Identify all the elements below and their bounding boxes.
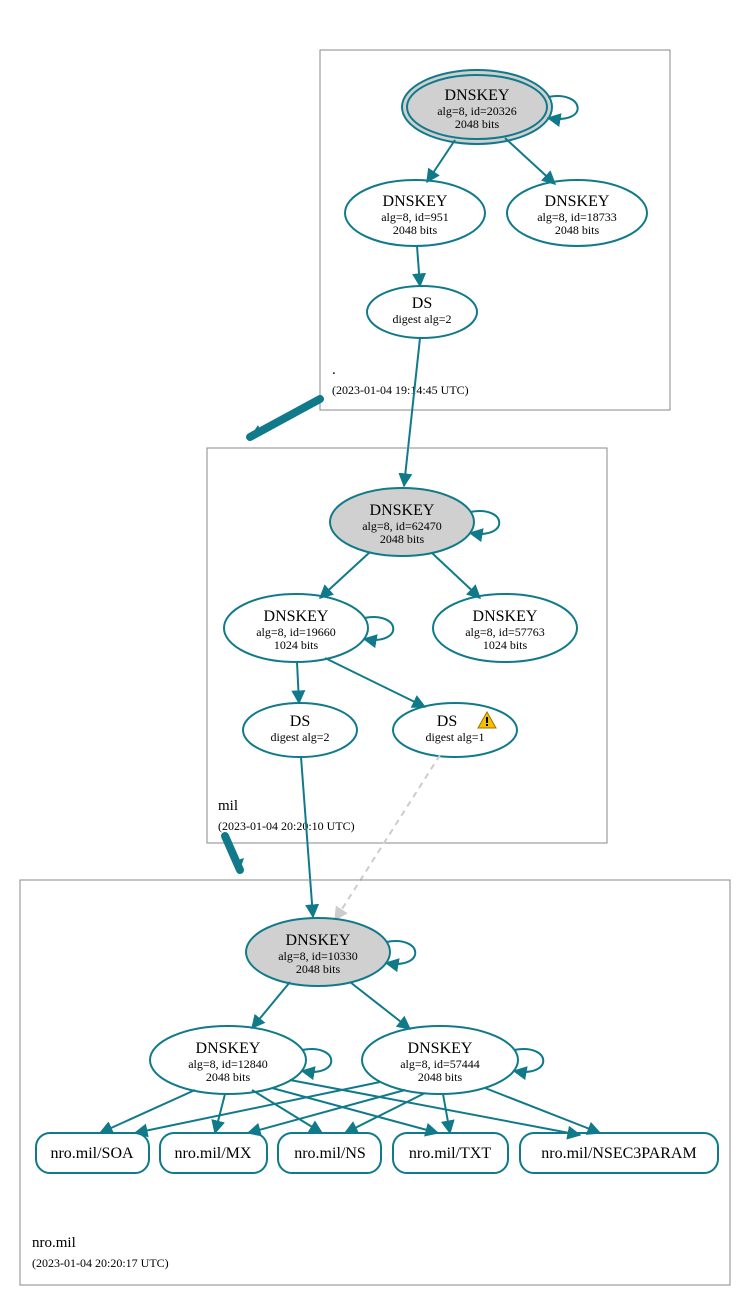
rr-soa: nro.mil/SOA bbox=[36, 1133, 149, 1173]
edge-rootksk-zsk2 bbox=[505, 138, 555, 184]
svg-text:DNSKEY: DNSKEY bbox=[264, 608, 329, 625]
svg-text:2048 bits: 2048 bits bbox=[455, 117, 500, 131]
edge-rootzsk1-ds bbox=[417, 246, 420, 286]
svg-text:alg=8, id=19660: alg=8, id=19660 bbox=[256, 625, 336, 639]
svg-text:nro.mil/TXT: nro.mil/TXT bbox=[409, 1145, 491, 1162]
edge-milzsk1-ds2 bbox=[325, 658, 425, 707]
node-root-ds: DS digest alg=2 bbox=[367, 286, 477, 338]
svg-text:DNSKEY: DNSKEY bbox=[370, 502, 435, 519]
svg-text:2048 bits: 2048 bits bbox=[418, 1070, 463, 1084]
svg-text:alg=8, id=62470: alg=8, id=62470 bbox=[362, 519, 442, 533]
svg-text:nro.mil/NS: nro.mil/NS bbox=[294, 1145, 366, 1162]
edge-nroksk-zsk2 bbox=[350, 982, 410, 1029]
edge-z1-mx bbox=[215, 1094, 225, 1133]
rr-nsec3param: nro.mil/NSEC3PARAM bbox=[520, 1133, 718, 1173]
edge-z1-txt bbox=[272, 1088, 438, 1133]
zone-nro-label: nro.mil bbox=[32, 1235, 76, 1251]
svg-text:nro.mil/SOA: nro.mil/SOA bbox=[50, 1145, 134, 1162]
node-mil-ds2: DS digest alg=1 bbox=[393, 703, 517, 757]
svg-text:2048 bits: 2048 bits bbox=[555, 223, 600, 237]
svg-text:2048 bits: 2048 bits bbox=[206, 1070, 251, 1084]
edge-z2-mx bbox=[248, 1090, 405, 1133]
edge-milksk-zsk2 bbox=[432, 553, 480, 598]
svg-text:DNSKEY: DNSKEY bbox=[383, 193, 448, 210]
svg-text:2048 bits: 2048 bits bbox=[380, 532, 425, 546]
zone-root-label: . bbox=[332, 362, 336, 378]
node-mil-ksk: DNSKEY alg=8, id=62470 2048 bits bbox=[330, 488, 474, 556]
svg-text:digest alg=2: digest alg=2 bbox=[270, 730, 329, 744]
edge-nroksk-zsk1 bbox=[252, 982, 290, 1028]
rr-ns: nro.mil/NS bbox=[278, 1133, 381, 1173]
svg-text:2048 bits: 2048 bits bbox=[296, 962, 341, 976]
node-root-zsk2: DNSKEY alg=8, id=18733 2048 bits bbox=[507, 180, 647, 246]
node-root-zsk1: DNSKEY alg=8, id=951 2048 bits bbox=[345, 180, 485, 246]
edge-milzsk1-ds1 bbox=[297, 662, 299, 703]
svg-text:DNSKEY: DNSKEY bbox=[196, 1040, 261, 1057]
svg-text:DNSKEY: DNSKEY bbox=[473, 608, 538, 625]
svg-text:DNSKEY: DNSKEY bbox=[286, 932, 351, 949]
svg-text:1024 bits: 1024 bits bbox=[274, 638, 319, 652]
zone-nro-timestamp: (2023-01-04 20:20:17 UTC) bbox=[32, 1256, 169, 1270]
edge-z1-soa bbox=[100, 1090, 195, 1133]
node-nro-zsk1: DNSKEY alg=8, id=12840 2048 bits bbox=[150, 1026, 306, 1094]
node-mil-zsk1: DNSKEY alg=8, id=19660 1024 bits bbox=[224, 594, 368, 662]
edge-z2-nsec bbox=[485, 1088, 600, 1133]
edge-z2-txt bbox=[443, 1094, 450, 1133]
svg-text:alg=8, id=18733: alg=8, id=18733 bbox=[537, 210, 617, 224]
dnssec-diagram: . (2023-01-04 19:14:45 UTC) DNSKEY alg=8… bbox=[0, 0, 748, 1299]
svg-text:alg=8, id=12840: alg=8, id=12840 bbox=[188, 1057, 268, 1071]
zone-mil-timestamp: (2023-01-04 20:20:10 UTC) bbox=[218, 819, 355, 833]
node-root-ksk: DNSKEY alg=8, id=20326 2048 bits bbox=[402, 70, 552, 144]
svg-text:alg=8, id=10330: alg=8, id=10330 bbox=[278, 949, 358, 963]
svg-text:DNSKEY: DNSKEY bbox=[545, 193, 610, 210]
node-mil-ds1: DS digest alg=2 bbox=[243, 703, 357, 757]
svg-text:alg=8, id=951: alg=8, id=951 bbox=[381, 210, 449, 224]
node-nro-zsk2: DNSKEY alg=8, id=57444 2048 bits bbox=[362, 1026, 518, 1094]
svg-text:nro.mil/NSEC3PARAM: nro.mil/NSEC3PARAM bbox=[541, 1145, 696, 1162]
rr-mx: nro.mil/MX bbox=[160, 1133, 267, 1173]
svg-text:alg=8, id=20326: alg=8, id=20326 bbox=[437, 104, 517, 118]
svg-text:2048 bits: 2048 bits bbox=[393, 223, 438, 237]
svg-text:digest alg=1: digest alg=1 bbox=[425, 730, 484, 744]
svg-text:digest alg=2: digest alg=2 bbox=[392, 312, 451, 326]
edge-rootksk-zsk1 bbox=[427, 140, 455, 182]
edge-rootds-milksk bbox=[404, 338, 420, 486]
edge-milds2-nroksk bbox=[335, 755, 440, 920]
zone-mil-label: mil bbox=[218, 798, 238, 814]
svg-text:1024 bits: 1024 bits bbox=[483, 638, 528, 652]
svg-text:DS: DS bbox=[412, 295, 432, 312]
node-mil-zsk2: DNSKEY alg=8, id=57763 1024 bits bbox=[433, 594, 577, 662]
edge-milds1-nroksk bbox=[301, 757, 313, 917]
rr-txt: nro.mil/TXT bbox=[393, 1133, 508, 1173]
node-nro-ksk: DNSKEY alg=8, id=10330 2048 bits bbox=[246, 918, 390, 986]
svg-text:DNSKEY: DNSKEY bbox=[408, 1040, 473, 1057]
svg-text:nro.mil/MX: nro.mil/MX bbox=[175, 1145, 252, 1162]
svg-text:alg=8, id=57444: alg=8, id=57444 bbox=[400, 1057, 480, 1071]
svg-text:alg=8, id=57763: alg=8, id=57763 bbox=[465, 625, 545, 639]
zone-root-timestamp: (2023-01-04 19:14:45 UTC) bbox=[332, 383, 469, 397]
svg-text:DS: DS bbox=[437, 713, 457, 730]
edge-milksk-zsk1 bbox=[320, 552, 370, 598]
svg-text:DS: DS bbox=[290, 713, 310, 730]
svg-text:DNSKEY: DNSKEY bbox=[445, 87, 510, 104]
